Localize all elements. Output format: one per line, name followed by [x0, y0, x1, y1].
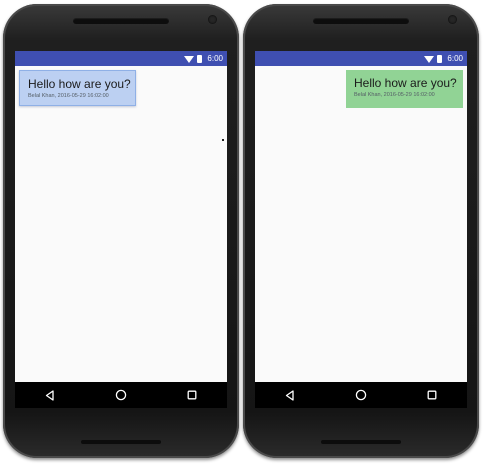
back-icon — [46, 389, 54, 401]
battery-icon — [197, 54, 203, 63]
front-camera — [208, 15, 217, 24]
earpiece-speaker — [73, 18, 169, 24]
phone-left: 6:00 Hello how are you? Belal Khan, 2016… — [3, 4, 239, 458]
message-meta: Belal Khan, 2016-05-29 16:02:00 — [28, 93, 109, 99]
recents-icon — [427, 390, 437, 400]
status-bar: 6:00 — [255, 51, 467, 66]
status-time: 6:00 — [207, 54, 223, 63]
home-button[interactable] — [108, 385, 134, 405]
navigation-bar — [255, 382, 467, 408]
recents-icon — [187, 390, 197, 400]
home-icon — [355, 389, 367, 401]
screen: 6:00 Hello how are you? Belal Khan, 2016… — [15, 51, 227, 408]
battery-icon — [437, 54, 443, 63]
back-button[interactable] — [37, 385, 63, 405]
back-button[interactable] — [277, 385, 303, 405]
navigation-bar — [15, 382, 227, 408]
screen-speck — [222, 139, 224, 141]
home-button[interactable] — [348, 385, 374, 405]
phone-right: 6:00 Hello how are you? Belal Khan, 2016… — [243, 4, 479, 458]
screen: 6:00 Hello how are you? Belal Khan, 2016… — [255, 51, 467, 408]
message-text: Hello how are you? — [28, 77, 131, 91]
stage: 6:00 Hello how are you? Belal Khan, 2016… — [0, 0, 484, 469]
message-text: Hello how are you? — [354, 76, 457, 90]
earpiece-speaker — [313, 18, 409, 24]
recents-button[interactable] — [419, 385, 445, 405]
wifi-icon — [424, 55, 435, 63]
message-bubble[interactable]: Hello how are you? Belal Khan, 2016-05-2… — [346, 70, 463, 108]
message-bubble[interactable]: Hello how are you? Belal Khan, 2016-05-2… — [19, 70, 136, 106]
bottom-speaker — [81, 440, 161, 444]
front-camera — [448, 15, 457, 24]
message-meta: Belal Khan, 2016-05-29 16:02:00 — [354, 92, 435, 98]
home-icon — [115, 389, 127, 401]
wifi-icon — [184, 55, 195, 63]
recents-button[interactable] — [179, 385, 205, 405]
bottom-speaker — [321, 440, 401, 444]
status-bar: 6:00 — [15, 51, 227, 66]
back-icon — [286, 389, 294, 401]
status-time: 6:00 — [447, 54, 463, 63]
